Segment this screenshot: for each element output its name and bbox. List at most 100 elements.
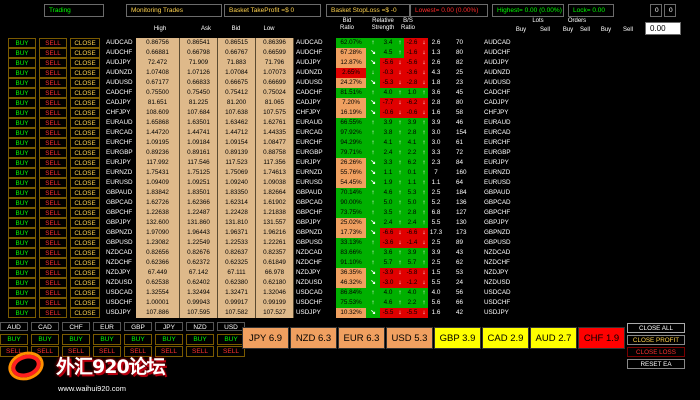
close-button[interactable]: CLOSE bbox=[70, 48, 100, 58]
currency-tab-cad[interactable]: CAD bbox=[31, 322, 59, 331]
sell-button[interactable]: SELL bbox=[39, 198, 67, 208]
close-button[interactable]: CLOSE bbox=[70, 128, 100, 138]
basket-takeprofit[interactable]: Basket TakeProfit =$ 0 bbox=[224, 4, 321, 17]
sell-button[interactable]: SELL bbox=[39, 38, 67, 48]
buy-button[interactable]: BUY bbox=[8, 88, 36, 98]
sell-button[interactable]: SELL bbox=[39, 68, 67, 78]
currency-sell-button[interactable]: SELL bbox=[217, 346, 245, 357]
close-button[interactable]: CLOSE bbox=[70, 248, 100, 258]
sell-button[interactable]: SELL bbox=[39, 88, 67, 98]
buy-button[interactable]: BUY bbox=[8, 168, 36, 178]
currency-buy-button[interactable]: BUY bbox=[124, 334, 152, 345]
sell-button[interactable]: SELL bbox=[39, 298, 67, 308]
close-button[interactable]: CLOSE bbox=[70, 188, 100, 198]
sell-button[interactable]: SELL bbox=[39, 208, 67, 218]
buy-button[interactable]: BUY bbox=[8, 258, 36, 268]
close-button[interactable]: CLOSE bbox=[70, 138, 100, 148]
sell-button[interactable]: SELL bbox=[39, 128, 67, 138]
close-button[interactable]: CLOSE bbox=[70, 268, 100, 278]
currency-buy-button[interactable]: BUY bbox=[62, 334, 90, 345]
close-button[interactable]: CLOSE bbox=[70, 168, 100, 178]
buy-button[interactable]: BUY bbox=[8, 108, 36, 118]
currency-buy-button[interactable]: BUY bbox=[155, 334, 183, 345]
sell-button[interactable]: SELL bbox=[39, 118, 67, 128]
sell-button[interactable]: SELL bbox=[39, 98, 67, 108]
buy-button[interactable]: BUY bbox=[8, 198, 36, 208]
currency-tab-usd[interactable]: USD bbox=[217, 322, 245, 331]
sell-button[interactable]: SELL bbox=[39, 268, 67, 278]
close-button[interactable]: CLOSE bbox=[70, 38, 100, 48]
buy-button[interactable]: BUY bbox=[8, 188, 36, 198]
sell-button[interactable]: SELL bbox=[39, 308, 67, 318]
basket-stoploss[interactable]: Basket StopLoss =$ -0 bbox=[326, 4, 410, 17]
sell-button[interactable]: SELL bbox=[39, 238, 67, 248]
buy-button[interactable]: BUY bbox=[8, 288, 36, 298]
buy-button[interactable]: BUY bbox=[8, 158, 36, 168]
close-button[interactable]: CLOSE bbox=[70, 238, 100, 248]
buy-button[interactable]: BUY bbox=[8, 68, 36, 78]
buy-button[interactable]: BUY bbox=[8, 78, 36, 88]
buy-button[interactable]: BUY bbox=[8, 298, 36, 308]
currency-tab-eur[interactable]: EUR bbox=[93, 322, 121, 331]
currency-buy-button[interactable]: BUY bbox=[217, 334, 245, 345]
buy-button[interactable]: BUY bbox=[8, 208, 36, 218]
close-button[interactable]: CLOSE bbox=[70, 298, 100, 308]
currency-sell-button[interactable]: SELL bbox=[186, 346, 214, 357]
buy-button[interactable]: BUY bbox=[8, 228, 36, 238]
currency-buy-button[interactable]: BUY bbox=[31, 334, 59, 345]
close-button[interactable]: CLOSE bbox=[70, 258, 100, 268]
top-box-2[interactable]: 0 bbox=[664, 4, 676, 17]
top-box-1[interactable]: 0 bbox=[650, 4, 662, 17]
buy-button[interactable]: BUY bbox=[8, 218, 36, 228]
close-button[interactable]: CLOSE bbox=[70, 158, 100, 168]
lot-input[interactable]: 0.00 bbox=[645, 22, 681, 35]
buy-button[interactable]: BUY bbox=[8, 118, 36, 128]
close-button[interactable]: CLOSE bbox=[70, 58, 100, 68]
close-button[interactable]: CLOSE bbox=[70, 88, 100, 98]
sell-button[interactable]: SELL bbox=[39, 48, 67, 58]
currency-tab-jpy[interactable]: JPY bbox=[155, 322, 183, 331]
sell-button[interactable]: SELL bbox=[39, 178, 67, 188]
close-button[interactable]: CLOSE bbox=[70, 78, 100, 88]
sell-button[interactable]: SELL bbox=[39, 108, 67, 118]
buy-button[interactable]: BUY bbox=[8, 58, 36, 68]
monitoring-button[interactable]: Monitoring Trades bbox=[126, 4, 222, 17]
reset-ea-button[interactable]: RESET EA bbox=[627, 359, 685, 369]
buy-button[interactable]: BUY bbox=[8, 178, 36, 188]
sell-button[interactable]: SELL bbox=[39, 168, 67, 178]
close-button[interactable]: CLOSE bbox=[70, 218, 100, 228]
sell-button[interactable]: SELL bbox=[39, 218, 67, 228]
close-button[interactable]: CLOSE bbox=[70, 208, 100, 218]
buy-button[interactable]: BUY bbox=[8, 98, 36, 108]
buy-button[interactable]: BUY bbox=[8, 268, 36, 278]
sell-button[interactable]: SELL bbox=[39, 278, 67, 288]
currency-tab-chf[interactable]: CHF bbox=[62, 322, 90, 331]
currency-buy-button[interactable]: BUY bbox=[186, 334, 214, 345]
close-button[interactable]: CLOSE bbox=[70, 178, 100, 188]
sell-button[interactable]: SELL bbox=[39, 248, 67, 258]
close-button[interactable]: CLOSE bbox=[70, 148, 100, 158]
currency-tab-gbp[interactable]: GBP bbox=[124, 322, 152, 331]
buy-button[interactable]: BUY bbox=[8, 238, 36, 248]
close-all-button[interactable]: CLOSE ALL bbox=[627, 323, 685, 333]
currency-tab-nzd[interactable]: NZD bbox=[186, 322, 214, 331]
buy-button[interactable]: BUY bbox=[8, 308, 36, 318]
sell-button[interactable]: SELL bbox=[39, 188, 67, 198]
sell-button[interactable]: SELL bbox=[39, 148, 67, 158]
close-loss-button[interactable]: CLOSE LOSS bbox=[627, 347, 685, 357]
buy-button[interactable]: BUY bbox=[8, 48, 36, 58]
buy-button[interactable]: BUY bbox=[8, 148, 36, 158]
close-button[interactable]: CLOSE bbox=[70, 108, 100, 118]
currency-buy-button[interactable]: BUY bbox=[0, 334, 28, 345]
sell-button[interactable]: SELL bbox=[39, 138, 67, 148]
buy-button[interactable]: BUY bbox=[8, 278, 36, 288]
sell-button[interactable]: SELL bbox=[39, 58, 67, 68]
close-button[interactable]: CLOSE bbox=[70, 118, 100, 128]
sell-button[interactable]: SELL bbox=[39, 78, 67, 88]
close-button[interactable]: CLOSE bbox=[70, 198, 100, 208]
close-button[interactable]: CLOSE bbox=[70, 308, 100, 318]
sell-button[interactable]: SELL bbox=[39, 288, 67, 298]
close-button[interactable]: CLOSE bbox=[70, 288, 100, 298]
currency-buy-button[interactable]: BUY bbox=[93, 334, 121, 345]
sell-button[interactable]: SELL bbox=[39, 258, 67, 268]
